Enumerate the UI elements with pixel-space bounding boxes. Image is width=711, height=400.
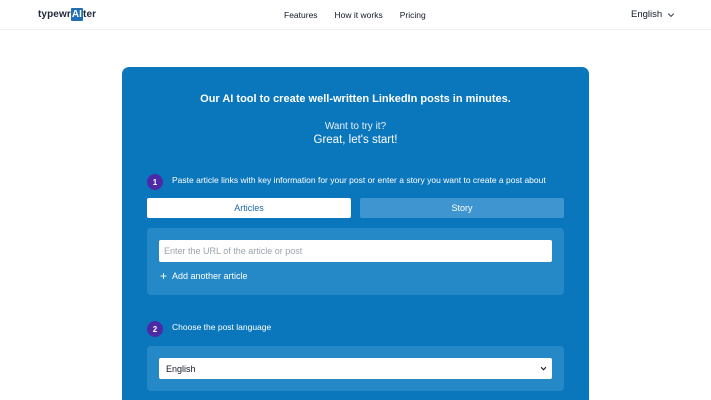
logo-text-pre: typewr	[38, 9, 71, 20]
chevron-down-icon	[668, 12, 675, 17]
add-article-label: Add another article	[172, 271, 248, 281]
top-header: typewr AI ter Features How it works Pricin…	[0, 0, 711, 30]
step-1-instructions: Paste article links with key information…	[172, 175, 546, 185]
logo-text-ai: AI	[70, 8, 84, 21]
tab-articles[interactable]: Articles	[147, 198, 351, 218]
nav-how-it-works-link[interactable]: How it works	[335, 10, 383, 20]
language-selector[interactable]: English	[631, 9, 675, 20]
articles-panel: + Add another article	[147, 228, 564, 295]
language-label: English	[631, 9, 663, 20]
chevron-down-icon	[540, 366, 547, 371]
nav-pricing-link[interactable]: Pricing	[400, 10, 426, 20]
try-it-question: Want to try it?	[324, 121, 387, 132]
tab-story[interactable]: Story	[360, 198, 564, 218]
article-url-input[interactable]	[159, 240, 552, 262]
step-2-badge: 2	[147, 321, 163, 337]
main-nav: Features How it works Pricing	[284, 10, 426, 20]
language-panel: English	[147, 346, 564, 391]
logo-text-post: ter	[83, 9, 97, 20]
lets-start-text: Great, let's start!	[313, 134, 398, 146]
post-generator-card: Our AI tool to create well-written Linke…	[122, 67, 589, 400]
card-headline: Our AI tool to create well-written Linke…	[200, 93, 511, 105]
nav-features-link[interactable]: Features	[284, 10, 318, 20]
post-language-value: English	[166, 363, 196, 374]
plus-icon: +	[160, 269, 168, 283]
step-2-instructions: Choose the post language	[172, 322, 272, 332]
add-another-article-button[interactable]: + Add another article	[160, 269, 248, 283]
step-1-badge: 1	[147, 174, 163, 190]
logo[interactable]: typewr AI ter	[38, 8, 96, 21]
post-language-select[interactable]: English	[159, 358, 552, 379]
